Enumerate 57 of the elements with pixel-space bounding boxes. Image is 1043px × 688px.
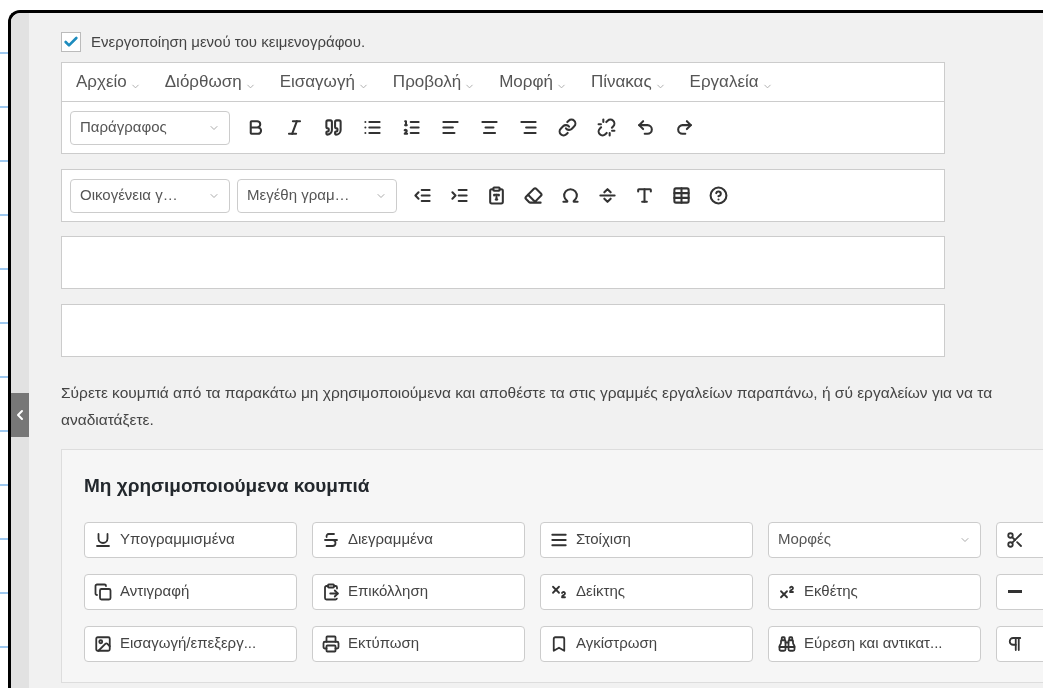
underline-icon xyxy=(94,530,112,549)
align-right-icon xyxy=(518,118,538,137)
toolbar-button-chip[interactable]: Στοίχιση xyxy=(540,521,753,558)
paste-icon xyxy=(322,582,340,601)
menu-item[interactable]: Μορφή xyxy=(499,69,567,95)
strikethrough-icon xyxy=(322,530,340,549)
dropdown-select[interactable]: Μεγέθη γραμ… xyxy=(237,178,397,213)
toolbar-button-chip[interactable]: Εισαγωγή/επεξεργ... xyxy=(84,625,297,662)
checkbox-label: Ενεργοποίηση μενού του κειμενογράφου. xyxy=(91,31,366,52)
redo-icon xyxy=(674,118,694,137)
toolbar-button-chip[interactable]: Διεγραμμένα xyxy=(312,521,525,558)
toolbar-button-chip[interactable]: Δείκτης xyxy=(540,573,753,610)
toolbar-button-chip[interactable]: Επικόλληση xyxy=(312,573,525,610)
image-icon xyxy=(94,634,112,653)
panel-title: Μη χρησιμοποιούμενα κουμπιά xyxy=(84,474,371,498)
binoculars-icon xyxy=(778,634,796,653)
checkbox[interactable] xyxy=(61,32,81,52)
omega-icon xyxy=(560,186,580,205)
bookmark-icon xyxy=(550,634,568,653)
check-icon xyxy=(63,34,79,50)
undo-icon xyxy=(635,118,655,137)
toolbar-button-chip[interactable]: Εκτύπωση xyxy=(312,625,525,662)
align-left-icon xyxy=(440,118,460,137)
printer-icon xyxy=(322,634,340,653)
paste-text-icon xyxy=(486,186,506,205)
unlink-icon xyxy=(596,118,616,137)
menu-item[interactable]: Εργαλεία xyxy=(689,69,773,95)
help-text: Σύρετε κουμπιά από τα παρακάτω μη χρησιμοποιούμενα και αποθέστε τα στις γραμμές εργαλείων παραπάνω, ή σύ εργαλείων για να τα αναδιατάξετε. xyxy=(61,383,994,430)
toolbar-button-chip[interactable]: Εκθέτης xyxy=(768,573,981,610)
menu-item[interactable]: Εισαγωγή xyxy=(279,69,369,95)
dropdown-select[interactable]: Παράγραφος xyxy=(70,110,230,145)
pilcrow-icon xyxy=(1006,634,1024,653)
table-icon xyxy=(671,186,691,205)
toolbar-button-chip[interactable]: Αγκίστρωση xyxy=(540,625,753,662)
menu-item[interactable]: Πίνακας xyxy=(590,69,666,95)
numbered-list-icon xyxy=(401,118,421,137)
indent-icon xyxy=(449,186,469,205)
toolbar-button-chip[interactable]: Υπογραμμισμένα xyxy=(84,521,297,558)
toolbar-button-chip[interactable]: Αντιγραφή xyxy=(84,573,297,610)
scissors-icon xyxy=(1006,530,1024,549)
link-icon xyxy=(557,118,577,137)
quote-icon xyxy=(323,118,343,137)
menu-item[interactable]: Αρχείο xyxy=(76,69,141,95)
menu-item[interactable]: Διόρθωση xyxy=(164,69,256,95)
dropdown-select[interactable]: Οικογένεια γ… xyxy=(70,178,230,213)
page-break-icon xyxy=(597,186,617,205)
outdent-icon xyxy=(412,186,432,205)
menu-item[interactable]: Προβολή xyxy=(392,69,476,95)
bullet-list-icon xyxy=(362,118,382,137)
eraser-icon xyxy=(523,186,543,205)
help-icon xyxy=(708,186,728,205)
toolbar-button-chip[interactable]: Εύρεση και αντικατ... xyxy=(768,625,981,662)
dropdown-select[interactable]: Μορφές xyxy=(768,521,981,558)
copy-icon xyxy=(94,582,112,601)
text-color-icon xyxy=(634,186,654,205)
collapse-tab[interactable] xyxy=(11,393,29,437)
align-center-icon xyxy=(479,118,499,137)
